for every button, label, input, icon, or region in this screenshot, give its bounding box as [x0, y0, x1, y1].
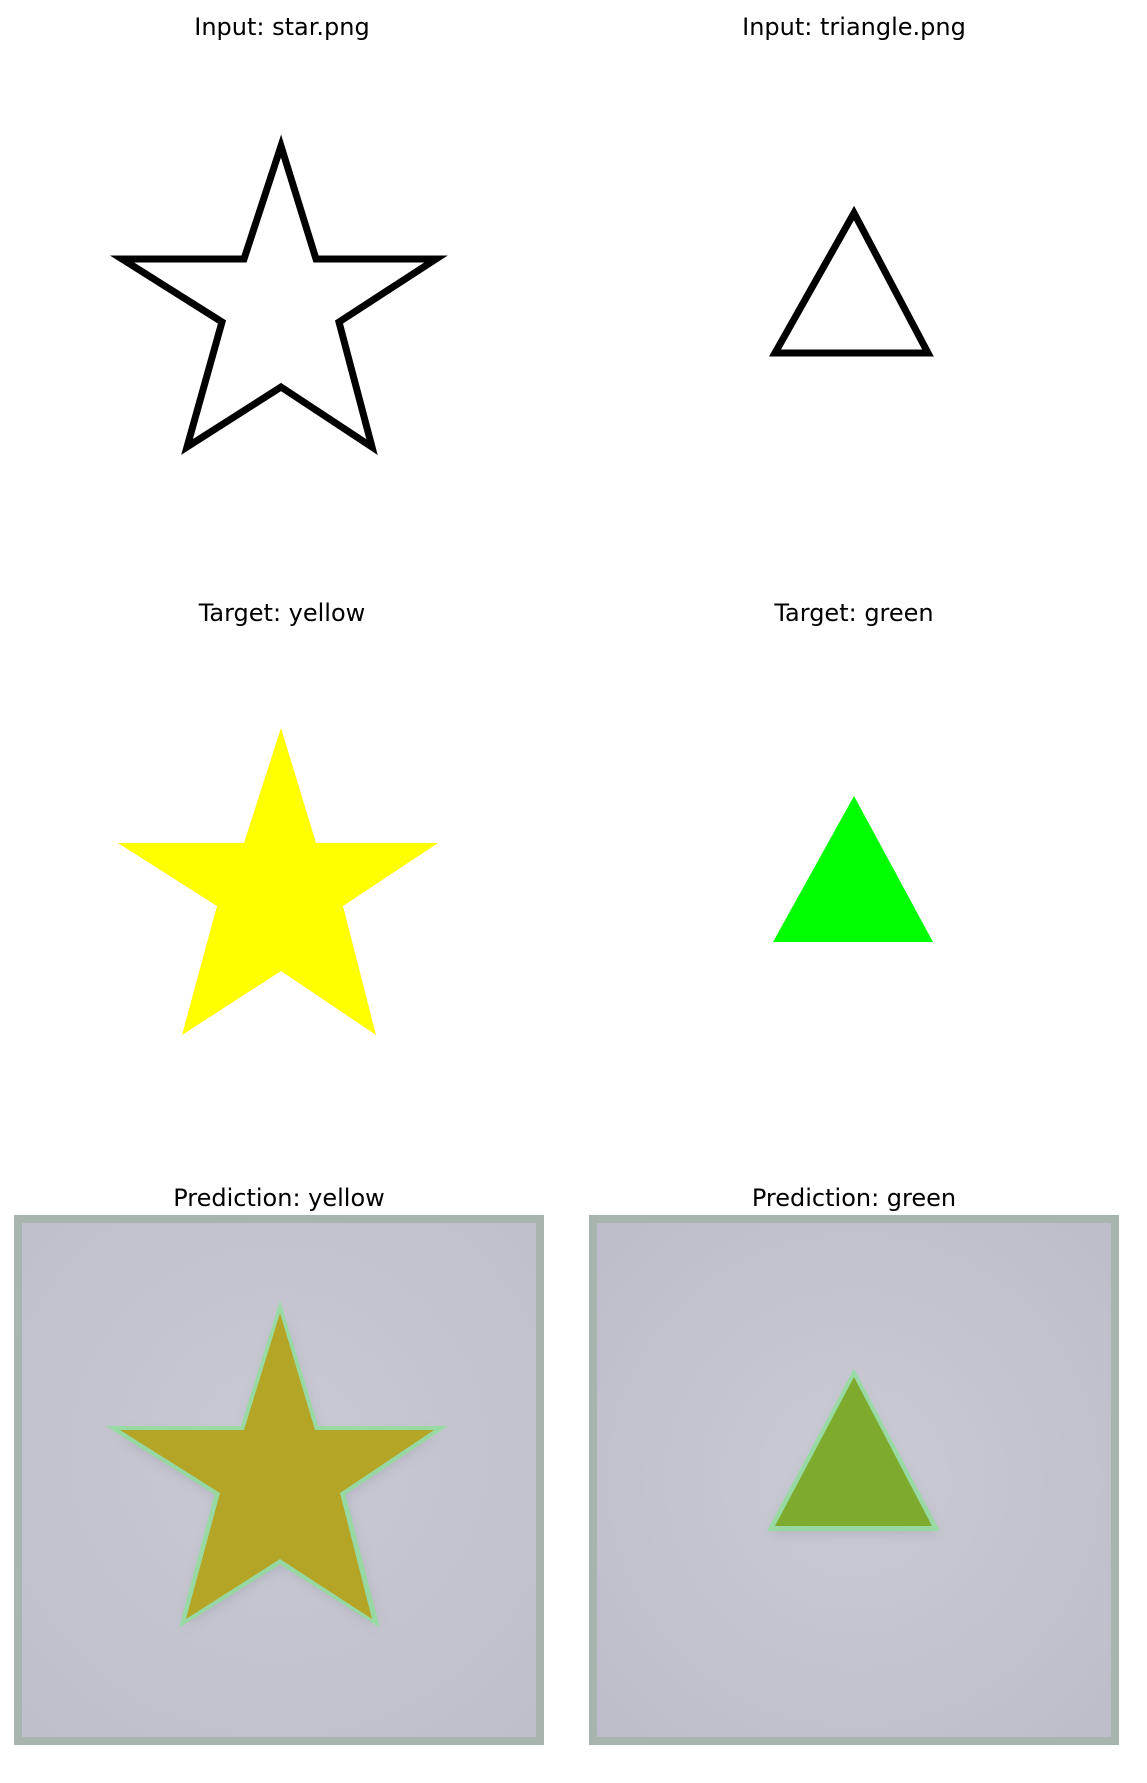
panel-target-triangle: Target: green	[589, 598, 1119, 1174]
prediction-triangle-image	[589, 1215, 1119, 1745]
panel-title: Prediction: yellow	[173, 1184, 385, 1212]
panel-title: Input: triangle.png	[742, 13, 966, 41]
input-triangle-image	[589, 58, 1119, 588]
panel-title: Prediction: green	[751, 1184, 957, 1212]
panel-input-triangle: Input: triangle.png	[589, 12, 1119, 588]
panel-input-star: Input: star.png	[17, 12, 547, 588]
panel-prediction-star: Prediction: yellow	[14, 1183, 544, 1745]
input-star-image	[17, 58, 547, 588]
panel-target-star: Target: yellow	[17, 598, 547, 1174]
panel-title: Target: yellow	[198, 599, 366, 627]
prediction-star-image	[14, 1215, 544, 1745]
target-triangle-image	[589, 644, 1119, 1174]
target-star-image	[17, 644, 547, 1174]
panel-title: Target: green	[774, 599, 934, 627]
image-background	[589, 58, 1119, 588]
panel-prediction-triangle: Prediction: green	[589, 1183, 1119, 1745]
panel-title: Input: star.png	[194, 13, 370, 41]
